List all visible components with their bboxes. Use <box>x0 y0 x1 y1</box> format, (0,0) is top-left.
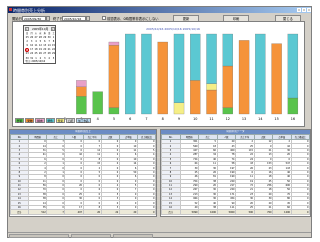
bar-segment-10-cyan <box>190 33 201 81</box>
legend-item-0: 野菜 <box>15 118 25 123</box>
bar-segment-3-orange <box>76 86 87 97</box>
end-date-dropdown[interactable] <box>86 15 90 21</box>
bar-segment-8-orange <box>157 41 168 115</box>
start-date-dropdown[interactable] <box>46 15 50 21</box>
table-cell: 497 <box>64 209 84 216</box>
status-segment-3 <box>113 233 153 238</box>
x-tick-label: 13 <box>242 117 246 121</box>
table-cell: 7 <box>46 209 66 216</box>
legend-item-3: 鮮魚 <box>45 118 55 123</box>
bar-segment-11-orange <box>206 89 217 115</box>
calendar-today[interactable]: 今日: 2005/10/16 <box>25 59 45 63</box>
bar-segment-5-pink <box>108 41 120 46</box>
x-tick-label: 16 <box>291 117 295 121</box>
table-row[interactable]: 合計 5990 1000 5000 500 700 1200 0 <box>161 209 310 216</box>
table-cell: 0 <box>290 209 310 216</box>
bar-segment-16-cyan <box>287 33 299 99</box>
chart-legend: 野菜 果物 精肉 鮮魚 惣菜 日配 加工食品 <box>15 118 91 123</box>
bar-segment-5-orange <box>108 45 120 108</box>
x-tick-label: 6 <box>129 117 131 121</box>
status-segment-1 <box>9 233 69 238</box>
status-segment-2 <box>71 233 111 238</box>
calendar-popup[interactable]: ‹ 2005年10月 › 日月火水木金土 25 26 27 28 29 30 1 2 3 4 5 6 7 8… <box>23 25 56 64</box>
x-tick-label: 10 <box>193 117 197 121</box>
window-title: 時間帯別売上分析 <box>13 7 45 13</box>
app-icon <box>9 8 12 11</box>
table-cell: 合計 <box>161 209 181 216</box>
calendar-month-title: 2005年10月 <box>32 27 49 31</box>
title-bar: 時間帯別売上分析 <box>8 7 311 13</box>
x-tick-label: 8 <box>162 117 164 121</box>
table-cell: 1200 <box>272 209 292 216</box>
bar-segment-12-cyan <box>222 33 233 67</box>
bar-segment-12-orange <box>222 65 233 108</box>
bar-segment-3-green <box>76 96 87 115</box>
table-cell: 20 <box>118 209 138 216</box>
table-row[interactable]: 合計 512 7 497 20 22 20 0 <box>10 209 156 216</box>
end-date-field[interactable]: 2005/10/16 <box>62 15 86 21</box>
x-tick-label: 9 <box>178 117 180 121</box>
legend-item-5: 日配 <box>65 118 76 123</box>
legend-item-6: 加工食品 <box>76 118 91 123</box>
bar-segment-3-pink <box>76 80 87 87</box>
table-cell: 0 <box>136 209 156 216</box>
table-cell: 700 <box>253 209 273 216</box>
calendar-header: ‹ 2005年10月 › <box>24 26 55 31</box>
prev-month-button[interactable]: ‹ <box>24 26 29 31</box>
table-cell: 500 <box>235 209 255 216</box>
bar-segment-14-cyan <box>255 33 266 115</box>
chart-header: 2005/10/16 2005/10/16 2005/10/16 <box>146 27 200 31</box>
x-tick-label: 14 <box>258 117 262 121</box>
bar-segment-9-yellow <box>173 102 185 115</box>
bar-segment-15-orange <box>271 43 282 115</box>
x-tick-label: 11 <box>209 117 213 121</box>
bar-segment-13-orange <box>238 40 250 115</box>
right-data-table: 時間帯別データ No. 時間帯 売上 人数 売上平均 点数 点単価 売上構成比 1 301 5 29 2… <box>160 129 311 217</box>
table-cell: 5000 <box>216 209 236 216</box>
legend-item-2: 精肉 <box>35 118 45 123</box>
table-cell: 合計 <box>10 209 30 216</box>
table-cell: 1000 <box>198 209 218 216</box>
bar-segment-6-cyan <box>125 33 136 115</box>
bar-segment-11-cyan <box>206 33 217 84</box>
tables-area: 時間帯別売上 No. 時間帯 売上 人数 売上平均 点数 点単価 売上構成比 1 0 7 0 0 0 0 0 2… <box>9 129 311 217</box>
option-checkbox[interactable] <box>102 16 106 20</box>
bar-segment-10-orange <box>190 80 201 115</box>
next-month-button[interactable]: › <box>50 26 55 31</box>
x-tick-label: 7 <box>145 117 147 121</box>
x-tick-label: 12 <box>226 117 230 121</box>
right-table-grid: No. 時間帯 売上 人数 売上平均 点数 点単価 売上構成比 1 301 5 29 2 12 2 0 2 560… <box>161 134 310 216</box>
table-cell: 22 <box>100 209 120 216</box>
bar-segment-5-green <box>108 107 120 115</box>
table-cell: 512 <box>28 209 48 216</box>
table-cell: 20 <box>82 209 102 216</box>
calendar-grid: 日月火水木金土 25 26 27 28 29 30 1 2 3 4 5 6 7 8 9 10 11 12 13 14 15… <box>25 32 56 61</box>
calendar-day[interactable]: 5 <box>51 57 55 61</box>
bar-segment-4-green <box>92 91 103 115</box>
app-window: 時間帯別売上分析 開始日 2005/09/30 終了日 2005/10/16 前… <box>7 6 312 238</box>
bar-segment-16-green <box>287 97 299 115</box>
maximize-button[interactable] <box>302 7 306 12</box>
x-tick-label: 15 <box>274 117 278 121</box>
x-tick-label: 4 <box>97 117 99 121</box>
table-cell: 5990 <box>179 209 199 216</box>
bar-segment-7-cyan <box>141 33 152 115</box>
bar-segment-9-cyan <box>173 33 185 103</box>
status-bar <box>8 232 311 238</box>
legend-item-4: 惣菜 <box>55 118 65 123</box>
legend-item-1: 果物 <box>25 118 35 123</box>
left-table-grid: No. 時間帯 売上 人数 売上平均 点数 点単価 売上構成比 1 0 7 0 0 0 0 0 2 14 0 0 7 0 1… <box>10 134 156 216</box>
bar-segment-12-green <box>222 107 233 115</box>
chart-svg: 2005/10/16 2005/10/16 2005/10/16 2345678… <box>64 27 299 121</box>
x-tick-label: 5 <box>113 117 115 121</box>
minimize-button[interactable] <box>297 7 301 12</box>
start-date-field[interactable]: 2005/09/30 <box>22 15 46 21</box>
bar-segment-11-yellow <box>206 83 217 91</box>
left-data-table: 時間帯別売上 No. 時間帯 売上 人数 売上平均 点数 点単価 売上構成比 1 0 7 0 0 0 0 0 2… <box>9 129 157 217</box>
close-window-button[interactable] <box>306 7 311 12</box>
